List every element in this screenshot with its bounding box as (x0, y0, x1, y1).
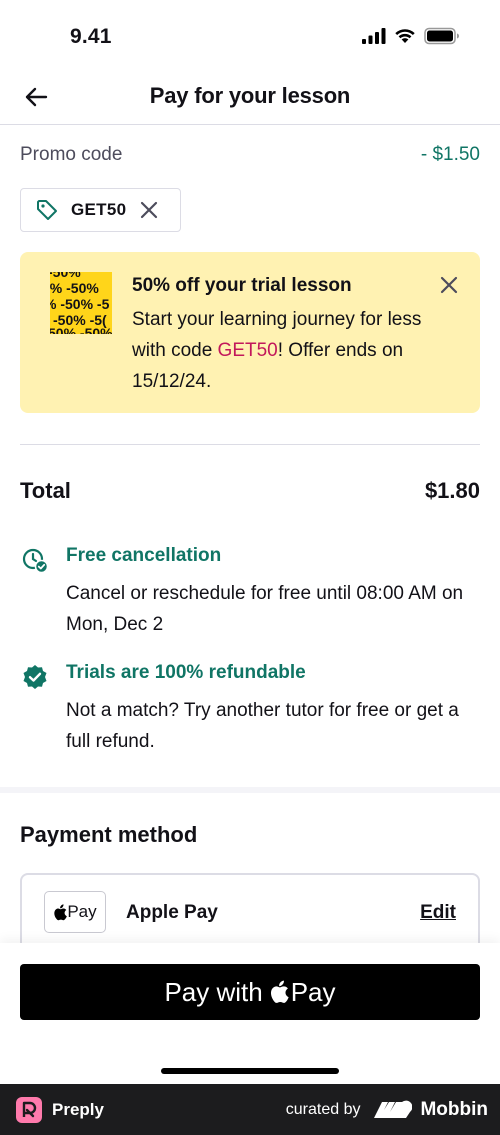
svg-text:0% -50%: 0% -50% (50, 280, 99, 296)
nav-bar: Pay for your lesson (0, 70, 500, 125)
mobbin-logo-icon (374, 1100, 413, 1118)
banner-promo-code: GET50 (217, 340, 278, 361)
section-separator (0, 787, 500, 793)
banner-body: Start your learning journey for less wit… (132, 304, 432, 397)
footer-app: Preply (16, 1096, 104, 1123)
apple-pay-badge: Pay (44, 891, 106, 933)
svg-text:50% -50%: 50% -50% (50, 325, 112, 334)
payment-method-heading: Payment method (20, 822, 198, 847)
discount-image-text: -50% (50, 272, 81, 280)
cellular-signal-icon (362, 28, 386, 44)
promo-code-label: Promo code (20, 144, 123, 165)
close-icon (440, 276, 458, 294)
wifi-icon (395, 29, 415, 43)
footer-bar: Preply curated by Mobbin (0, 1084, 500, 1135)
edit-payment-link[interactable]: Edit (420, 902, 456, 924)
feature-description: Cancel or reschedule for free until 08:0… (66, 583, 464, 635)
total-value: $1.80 (424, 478, 480, 503)
banner-close-button[interactable] (440, 276, 458, 294)
promo-code-row: Promo code - $1.50 (20, 140, 480, 170)
promo-banner: -50% 0% -50% % -50% -5 -50% -5( 50% -50%… (20, 252, 480, 413)
feature-title: Trials are 100% refundable (66, 662, 306, 683)
close-icon (141, 201, 158, 219)
remove-promo-button[interactable] (140, 201, 158, 219)
page-title: Pay for your lesson (149, 83, 351, 108)
apple-pay-badge-text: Pay (67, 902, 97, 921)
footer-curated-text: curated by (285, 1100, 361, 1118)
payment-method-name: Apple Pay (126, 902, 218, 923)
feature-description: Not a match? Try another tutor for free … (66, 700, 459, 752)
verified-badge-icon (23, 665, 47, 689)
tag-icon (37, 200, 57, 220)
apple-logo-icon (270, 980, 289, 1003)
footer-credit: curated by Mobbin (286, 1099, 488, 1121)
feature-title: Free cancellation (66, 545, 222, 566)
preply-logo-icon (16, 1096, 42, 1123)
status-bar: 9.41 (0, 0, 500, 70)
promo-code-chip: GET50 (20, 188, 181, 232)
pay-button-suffix: Pay (290, 976, 336, 1007)
promo-code-chip-text: GET50 (71, 200, 127, 219)
footer-app-name: Preply (52, 1099, 104, 1119)
footer-brand: Mobbin (374, 1099, 488, 1121)
status-icons (362, 27, 460, 45)
status-time: 9.41 (70, 25, 112, 48)
divider (20, 444, 480, 445)
pay-with-apple-pay-button[interactable]: Pay with Pay (20, 964, 480, 1020)
banner-title: 50% off your trial lesson (132, 275, 352, 296)
apple-logo-icon (54, 903, 68, 920)
clock-check-icon (22, 548, 48, 573)
battery-icon (424, 27, 459, 45)
pay-button-prefix: Pay with (164, 976, 263, 1007)
footer-brand-name: Mobbin (420, 1098, 488, 1120)
svg-text:% -50% -5: % -50% -5 (50, 296, 110, 312)
home-indicator (161, 1068, 339, 1074)
bottom-action-area: Pay with Pay (0, 943, 500, 1084)
promo-discount-value: - $1.50 (420, 144, 480, 165)
discount-image: -50% 0% -50% % -50% -5 -50% -5( 50% -50% (50, 272, 112, 334)
total-row: Total $1.80 (20, 478, 480, 504)
total-label: Total (20, 478, 71, 503)
